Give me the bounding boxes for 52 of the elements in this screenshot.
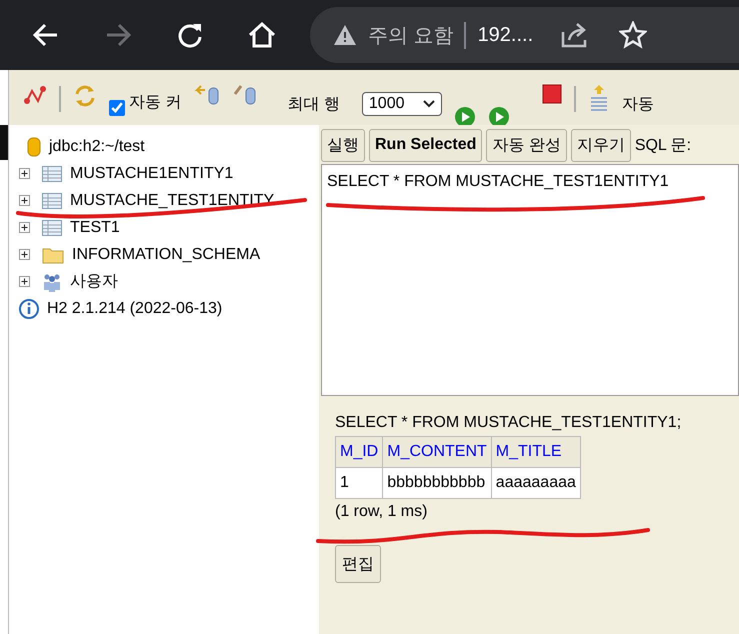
column-header[interactable]: M_TITLE: [491, 436, 580, 468]
rollback-icon[interactable]: [193, 84, 222, 106]
window-edge: [0, 125, 8, 160]
table-cell: aaaaaaaaa: [491, 468, 580, 498]
edit-button[interactable]: 편집: [335, 545, 381, 583]
query-button[interactable]: 실행: [321, 128, 365, 162]
star-icon[interactable]: [619, 21, 648, 49]
auto-commit-checkbox[interactable]: [109, 100, 125, 116]
caret-icon: [422, 100, 435, 108]
url-text[interactable]: 192....: [478, 24, 534, 46]
version-label: H2 2.1.214 (2022-06-13): [47, 300, 222, 318]
table-cell: 1: [336, 468, 383, 498]
tree-item[interactable]: TEST1: [70, 218, 120, 236]
max-rows-label: 최대 행: [287, 95, 340, 115]
result-summary: (1 row, 1 ms): [335, 503, 428, 521]
info-icon: [19, 298, 39, 318]
expand-toggle[interactable]: [19, 222, 30, 233]
tree-item[interactable]: MUSTACHE_TEST1ENTITY: [70, 192, 274, 210]
share-icon[interactable]: [561, 22, 590, 48]
expand-toggle[interactable]: [19, 168, 30, 179]
result-statement: SELECT * FROM MUSTACHE_TEST1ENTITY1;: [335, 414, 682, 432]
folder-icon: [42, 246, 64, 264]
table-icon: [42, 192, 62, 208]
tree-item[interactable]: INFORMATION_SCHEMA: [72, 246, 260, 264]
table-icon: [42, 166, 62, 182]
users-icon: [42, 272, 62, 292]
tree-item[interactable]: 사용자: [70, 271, 118, 292]
column-header[interactable]: M_ID: [336, 436, 383, 468]
warning-icon: [334, 25, 356, 45]
query-button[interactable]: 자동 완성: [486, 128, 567, 162]
expand-toggle[interactable]: [19, 276, 30, 287]
tree-item[interactable]: MUSTACHE1ENTITY1: [70, 164, 234, 182]
auto-commit-label: 자동 커: [129, 93, 182, 113]
stop-icon[interactable]: [542, 84, 562, 104]
table-cell: bbbbbbbbbbb: [382, 468, 492, 498]
run-icon[interactable]: [488, 106, 510, 125]
max-rows-select[interactable]: 1000: [362, 92, 442, 116]
run-icon[interactable]: [454, 106, 476, 125]
disconnect-icon[interactable]: [23, 84, 47, 106]
query-button[interactable]: 지우기: [570, 128, 631, 162]
edit-database-icon[interactable]: [233, 84, 258, 106]
table-icon: [42, 220, 62, 236]
auto-label: 자동: [622, 95, 654, 115]
expand-toggle[interactable]: [19, 249, 30, 260]
query-button[interactable]: Run Selected: [369, 128, 482, 162]
sql-editor[interactable]: SELECT * FROM MUSTACHE_TEST1ENTITY1: [321, 164, 739, 396]
expand-toggle[interactable]: [19, 195, 30, 206]
connection-label[interactable]: jdbc:h2:~/test: [49, 138, 145, 156]
security-label[interactable]: 주의 요함: [368, 22, 466, 48]
database-icon: [27, 136, 41, 156]
column-header[interactable]: M_CONTENT: [382, 436, 492, 468]
sql-label: SQL 문:: [634, 136, 692, 156]
